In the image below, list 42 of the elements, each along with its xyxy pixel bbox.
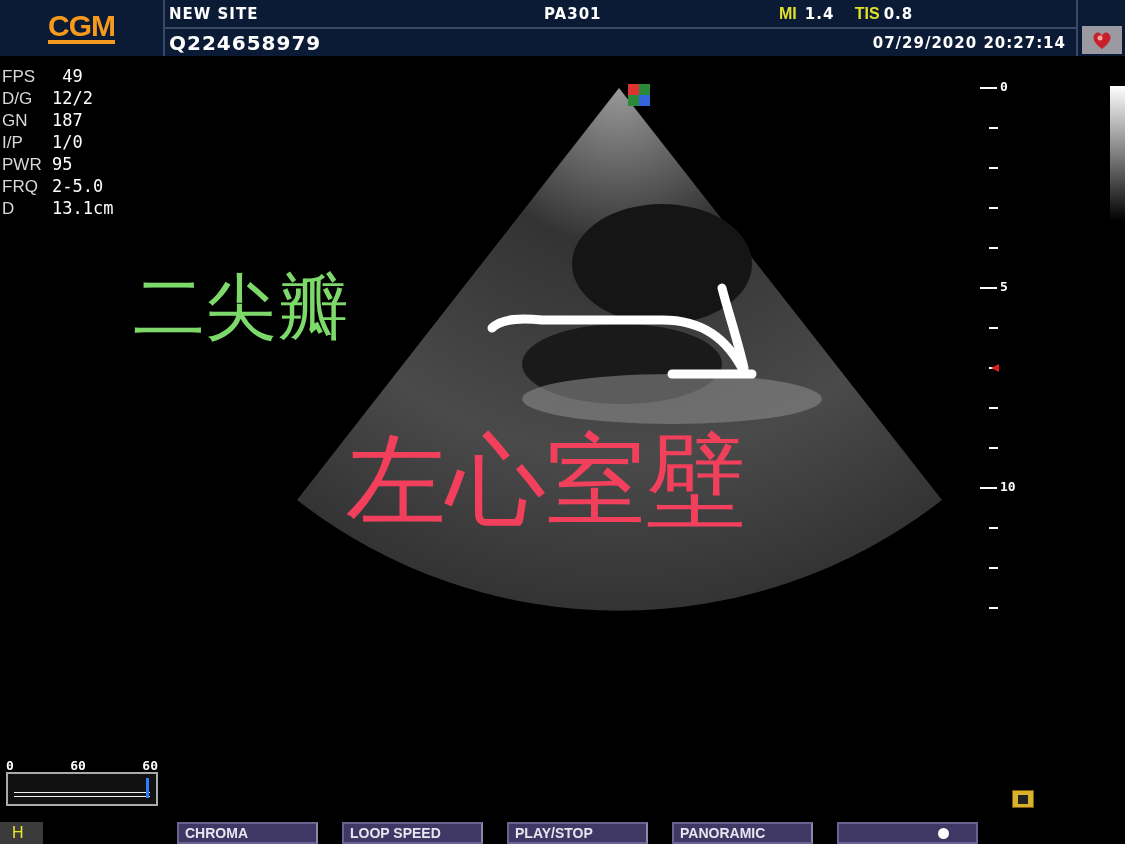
mode-indicator: H xyxy=(0,822,43,844)
tis-label: TIS xyxy=(854,4,880,23)
softkey-button[interactable]: PANORAMIC xyxy=(672,822,813,844)
cine-slider-marker[interactable] xyxy=(146,778,149,798)
parameter-label: FPS xyxy=(2,66,37,87)
site-name: NEW SITE xyxy=(169,4,260,23)
cine-scale-label: 60 xyxy=(142,759,158,772)
cine-icon[interactable] xyxy=(1012,790,1034,808)
parameter-value: 95 xyxy=(52,154,74,175)
depth-label: 5 xyxy=(1000,279,1008,294)
parameter-value: 13.1cm xyxy=(52,198,115,219)
parameter-value: 12/2 xyxy=(52,88,94,109)
probe-name: PA301 xyxy=(544,4,603,23)
slider-thumb[interactable] xyxy=(938,828,950,839)
annotation-label: 左心室壁 xyxy=(346,431,746,531)
mi-value: 1.4 xyxy=(804,4,836,23)
mi-label: MI xyxy=(779,4,797,23)
logo: CGM xyxy=(48,12,115,44)
depth-label: 10 xyxy=(1000,479,1016,494)
parameter-label: FRQ xyxy=(2,176,39,197)
parameter-label: GN xyxy=(2,110,29,131)
cine-scale-label: 0 xyxy=(6,759,14,772)
parameter-label: D xyxy=(2,198,16,219)
focus-marker-icon xyxy=(991,364,999,372)
parameter-value: 2-5.0 xyxy=(52,176,105,197)
cine-slider-track[interactable] xyxy=(6,772,158,806)
softkey-button[interactable]: PLAY/STOP xyxy=(507,822,648,844)
cine-scale-label: 60 xyxy=(70,759,86,772)
annotation-label: 二尖瓣 xyxy=(133,271,349,343)
depth-label: 0 xyxy=(1000,79,1008,94)
parameter-value: 49 xyxy=(61,66,84,87)
parameter-label: I/P xyxy=(2,132,24,153)
parameter-label: PWR xyxy=(2,154,43,175)
softkey-button[interactable]: LOOP SPEED xyxy=(342,822,483,844)
parameter-value: 187 xyxy=(52,110,84,131)
date-time: 07/29/2020 20:27:14 xyxy=(872,33,1066,52)
tis-value: 0.8 xyxy=(883,4,914,23)
softkey-button[interactable]: CHROMA xyxy=(177,822,318,844)
parameter-label: D/G xyxy=(2,88,34,109)
parameter-value: 1/0 xyxy=(52,132,84,153)
softkey-slider[interactable] xyxy=(837,822,978,844)
patient-id: Q224658979 xyxy=(169,30,323,55)
